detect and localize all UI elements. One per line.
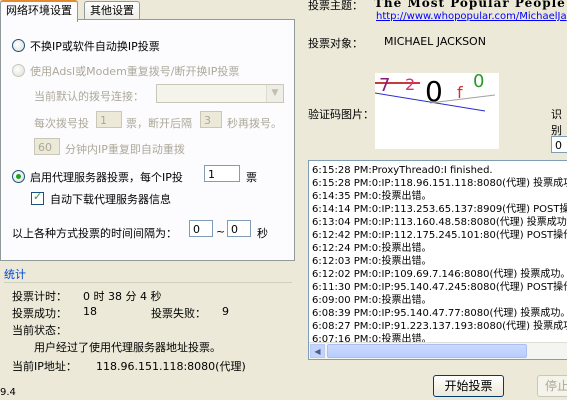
captcha-char: f (457, 83, 463, 102)
status-value: 用户经过了使用代理服务器地址投票。 (34, 341, 221, 354)
dial-connection-select[interactable]: ▼ (156, 84, 284, 103)
stats-divider (4, 282, 292, 283)
interval-unit: 秒 (257, 227, 268, 240)
theme-url-link[interactable]: http://www.whopopular.com/MichaelJa (376, 11, 567, 22)
chevron-down-icon: ▼ (266, 85, 283, 102)
target-value: MICHAEL JACKSON (384, 35, 486, 48)
captcha-input[interactable]: 0 (551, 136, 567, 153)
dial-votes-input[interactable]: 1 (96, 111, 122, 128)
success-value: 18 (83, 305, 97, 318)
log-line: 6:11:30 PM:0:IP:95.140.47.245:8080(代理) P… (312, 282, 567, 293)
captcha-label: 验证码图片： (308, 108, 374, 121)
log-list[interactable]: 6:15:28 PM:ProxyThread0:I finished. 6:15… (308, 160, 567, 360)
proxy-votes-input[interactable]: 1 (204, 165, 240, 182)
status-label: 当前状态： (12, 324, 67, 337)
radio-no-change-ip[interactable] (12, 39, 25, 52)
radio-proxy-label: 启用代理服务器投票，每个IP投 (30, 171, 183, 184)
theme-value: The Most Popular People (374, 0, 566, 10)
redial-minutes-input[interactable]: 60 (34, 138, 60, 155)
captcha-char: 0 (473, 73, 485, 92)
interval-to-input[interactable]: 0 (227, 220, 251, 237)
fail-value: 9 (222, 305, 229, 318)
redial-label: 分钟内IP重复即自动重拨 (65, 143, 185, 156)
current-ip-value: 118.96.151.118:8080(代理) (96, 360, 246, 373)
captcha-char: 7 (379, 75, 391, 96)
interval-from-input[interactable]: 0 (189, 220, 213, 237)
scrollbar-thumb[interactable] (327, 344, 527, 358)
stop-button[interactable]: 停止 (537, 375, 567, 397)
log-line: 6:12:03 PM:0:投票出错。 (312, 256, 432, 267)
log-line: 6:09:00 PM:0:投票出错。 (312, 295, 432, 306)
dial-disconnect-label: 票，断开后隔 (126, 117, 192, 130)
success-label: 投票成功： (12, 307, 67, 320)
target-label: 投票对象： (308, 37, 363, 50)
auto-download-label: 自动下载代理服务器信息 (50, 193, 171, 206)
radio-adsl-redial[interactable] (12, 64, 25, 77)
dial-wait-input[interactable]: 3 (200, 111, 222, 128)
start-vote-button[interactable]: 开始投票 (433, 375, 504, 397)
log-line: 6:14:14 PM:0:IP:113.253.65.137:8909(代理) … (312, 204, 567, 215)
default-dial-label: 当前默认的拨号连接： (34, 90, 144, 103)
log-line: 6:08:39 PM:0:IP:95.140.47.77:8080(代理) 投票… (312, 308, 567, 319)
log-line: 6:15:28 PM:0:IP:118.96.151.118:8080(代理) … (312, 178, 567, 189)
tab-other-settings[interactable]: 其他设置 (84, 1, 140, 20)
captcha-image: 7 2 0 f 0 (375, 73, 499, 149)
theme-label: 投票主题： (308, 0, 363, 12)
radio-proxy[interactable] (12, 170, 25, 183)
log-line: 6:14:35 PM:0:投票出错。 (312, 191, 432, 202)
log-horizontal-scrollbar[interactable]: ◀ (309, 342, 567, 359)
dial-every-label: 每次拨号投 (34, 117, 89, 130)
log-line: 6:13:04 PM:0:IP:113.160.48.58:8080(代理) 投… (312, 217, 567, 228)
radio-no-change-ip-label: 不换IP或软件自动换IP投票 (30, 40, 160, 53)
log-line: 6:12:42 PM:0:IP:112.175.245.101:80(代理) P… (312, 230, 567, 241)
log-line: 6:15:28 PM:ProxyThread0:I finished. (312, 165, 493, 176)
timer-value: 0 时 38 分 4 秒 (83, 290, 162, 303)
proxy-votes-unit: 票 (246, 171, 257, 184)
version-label: 9.4 (0, 387, 16, 398)
log-line: 6:12:24 PM:0:投票出错。 (312, 243, 432, 254)
current-ip-label: 当前IP地址： (12, 360, 77, 373)
timer-label: 投票计时： (12, 290, 67, 303)
captcha-char: 2 (405, 75, 416, 94)
auto-download-checkbox[interactable] (31, 190, 44, 205)
interval-separator: ~ (216, 225, 226, 238)
radio-adsl-redial-label: 使用Adsl或Modem重复拨号/断开换IP投票 (30, 65, 240, 78)
captcha-char: 0 (425, 75, 443, 108)
scroll-left-arrow-icon[interactable]: ◀ (310, 344, 325, 358)
stats-heading: 统计 (4, 268, 26, 281)
tab-network-settings[interactable]: 网络环境设置 (0, 0, 78, 22)
recognize-label: 识别 (551, 108, 562, 137)
network-settings-panel: 不换IP或软件自动换IP投票 使用Adsl或Modem重复拨号/断开换IP投票 … (0, 19, 295, 261)
fail-label: 投票失败： (151, 307, 206, 320)
log-line: 6:12:02 PM:0:IP:109.69.7.146:8080(代理) 投票… (312, 269, 567, 280)
log-line: 6:08:27 PM:0:IP:91.223.137.193:8080(代理) … (312, 321, 567, 332)
interval-label: 以上各种方式投票的时间间隔为： (12, 227, 177, 240)
dial-seconds-label: 秒再拨号。 (227, 117, 282, 130)
